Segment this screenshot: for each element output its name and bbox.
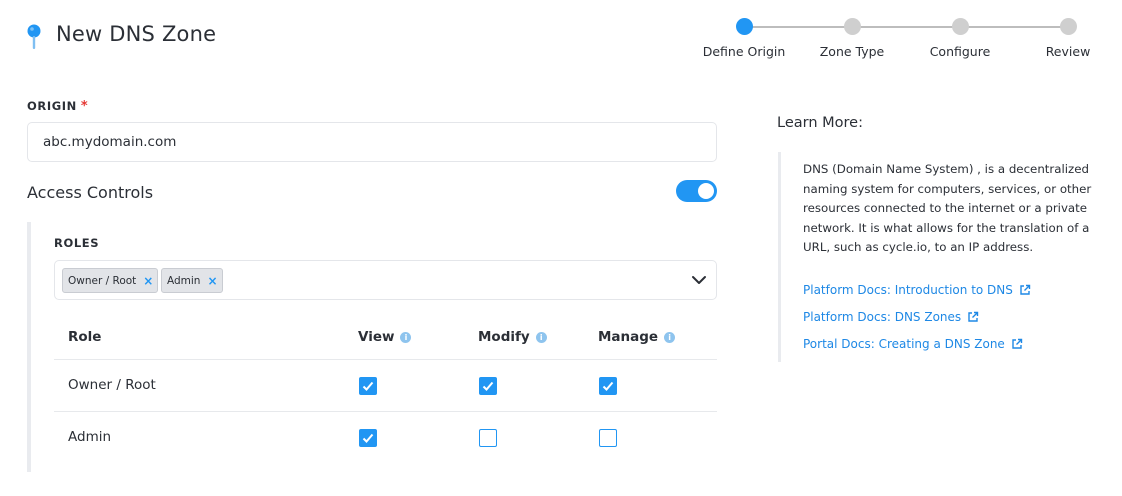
wizard-stepper: Define Origin Zone Type Configure Review — [700, 16, 1110, 66]
link-portal-docs-creating-dns-zone[interactable]: Portal Docs: Creating a DNS Zone — [803, 337, 1023, 351]
step-dot — [843, 18, 861, 35]
column-header-role: Role — [68, 329, 102, 345]
step-review[interactable]: Review — [1013, 18, 1122, 59]
link-label: Platform Docs: Introduction to DNS — [803, 283, 1013, 297]
step-label: Zone Type — [819, 44, 885, 59]
step-label: Define Origin — [702, 44, 786, 59]
external-link-icon — [1012, 338, 1023, 349]
remove-chip-icon[interactable]: × — [143, 274, 153, 288]
toggle-knob — [698, 183, 714, 199]
roles-label: ROLES — [54, 236, 100, 250]
column-header-label: Modify — [478, 329, 530, 345]
permissions-table: Role View i Modify i Manage i Owner / Root … — [54, 316, 717, 464]
manage-checkbox[interactable] — [599, 377, 617, 395]
link-platform-docs-dns-zones[interactable]: Platform Docs: DNS Zones — [803, 310, 979, 324]
view-checkbox[interactable] — [359, 429, 377, 447]
learn-more-title: Learn More: — [777, 115, 863, 131]
table-row: Owner / Root — [54, 360, 717, 412]
step-define-origin[interactable]: Define Origin — [689, 18, 799, 59]
link-platform-docs-intro-dns[interactable]: Platform Docs: Introduction to DNS — [803, 283, 1031, 297]
info-icon[interactable]: i — [400, 332, 412, 343]
column-header-modify: Modify i — [478, 329, 547, 345]
column-header-manage: Manage i — [598, 329, 676, 345]
view-checkbox[interactable] — [359, 377, 377, 395]
step-dot — [735, 18, 753, 35]
modify-checkbox[interactable] — [479, 429, 497, 447]
column-header-label: View — [358, 329, 395, 345]
step-dot — [1059, 18, 1077, 35]
role-name: Admin — [68, 429, 112, 445]
origin-label: ORIGIN * — [27, 99, 88, 114]
remove-chip-icon[interactable]: × — [207, 274, 217, 288]
step-configure[interactable]: Configure — [905, 18, 1015, 59]
info-icon[interactable]: i — [664, 332, 676, 343]
required-mark: * — [80, 99, 89, 114]
external-link-icon — [1020, 284, 1031, 295]
step-label: Configure — [929, 44, 991, 59]
learn-more-description: DNS (Domain Name System) , is a decentra… — [803, 162, 1092, 254]
roles-multiselect[interactable]: Owner / Root × Admin × — [54, 260, 717, 300]
step-label: Review — [1045, 44, 1091, 59]
access-controls-toggle[interactable] — [676, 180, 717, 202]
external-link-icon — [968, 311, 979, 322]
table-header-row: Role View i Modify i Manage i — [54, 316, 717, 360]
modify-checkbox[interactable] — [479, 377, 497, 395]
manage-checkbox[interactable] — [599, 429, 617, 447]
access-controls-section-bar — [27, 222, 31, 472]
step-zone-type[interactable]: Zone Type — [797, 18, 907, 59]
info-icon[interactable]: i — [535, 332, 547, 343]
page-title: New DNS Zone — [56, 22, 217, 46]
column-header-view: View i — [358, 329, 412, 345]
column-header-label: Manage — [598, 329, 659, 345]
link-label: Portal Docs: Creating a DNS Zone — [803, 337, 1005, 351]
map-pin-icon — [27, 24, 41, 49]
origin-label-text: ORIGIN — [27, 99, 77, 113]
access-controls-title: Access Controls — [27, 183, 154, 202]
learn-more-bar — [778, 152, 781, 362]
chip-label: Admin — [167, 274, 201, 287]
origin-input[interactable] — [27, 122, 717, 162]
role-chip-owner-root: Owner / Root × — [62, 268, 159, 293]
step-dot — [951, 18, 969, 35]
role-chip-admin: Admin × — [161, 268, 223, 293]
link-label: Platform Docs: DNS Zones — [803, 310, 962, 324]
role-name: Owner / Root — [68, 377, 156, 393]
chip-label: Owner / Root — [68, 274, 137, 287]
table-row: Admin — [54, 412, 717, 464]
chevron-down-icon[interactable] — [690, 271, 708, 289]
